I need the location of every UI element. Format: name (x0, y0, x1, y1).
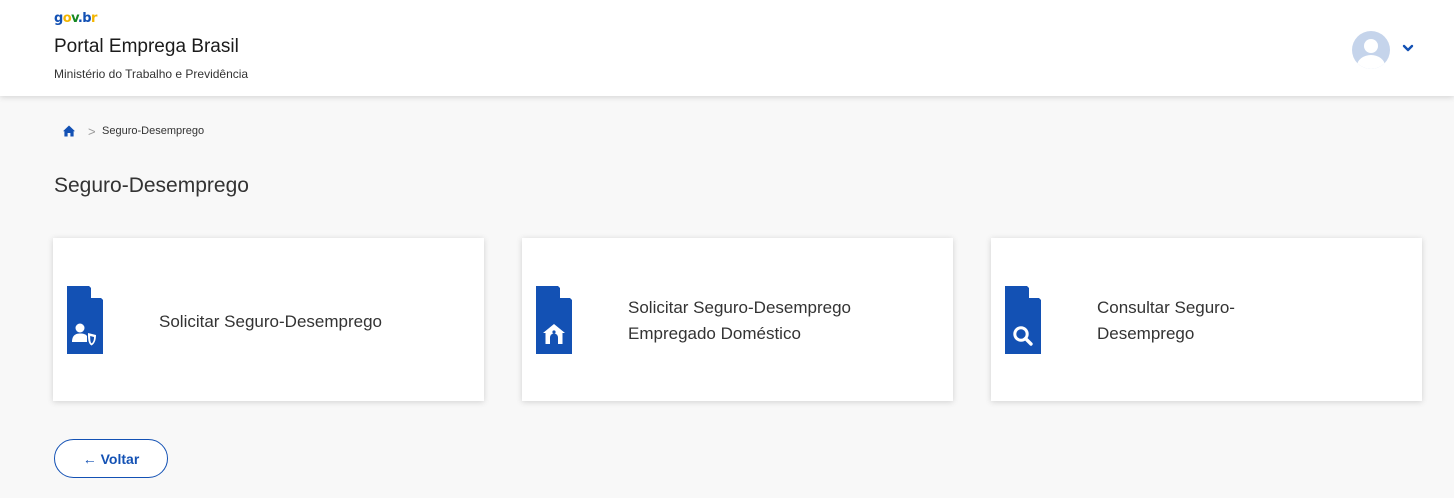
back-button[interactable]: ← Voltar (54, 439, 168, 478)
document-house-icon (536, 286, 572, 354)
govbr-logo[interactable]: gov.br (54, 12, 97, 26)
ministry-subtitle: Ministério do Trabalho e Previdência (54, 67, 249, 81)
card-solicitar-empregado-domestico[interactable]: Solicitar Seguro-Desemprego Empregado Do… (522, 238, 953, 401)
document-search-icon (1005, 286, 1041, 354)
breadcrumb-current: Seguro-Desemprego (102, 125, 205, 137)
card-label: Solicitar Seguro-Desemprego Empregado Do… (628, 298, 851, 343)
document-user-shield-icon (67, 286, 103, 354)
card-solicitar-seguro-desemprego[interactable]: Solicitar Seguro-Desemprego (53, 238, 484, 401)
avatar-head (1364, 39, 1378, 53)
card-consultar-seguro-desemprego[interactable]: Consultar Seguro-Desemprego (991, 238, 1422, 401)
home-icon[interactable] (62, 124, 76, 138)
breadcrumb-separator: > (88, 124, 96, 139)
card-label: Solicitar Seguro-Desemprego (159, 312, 382, 331)
portal-title: Portal Emprega Brasil (54, 36, 239, 57)
user-avatar[interactable] (1352, 31, 1390, 69)
page-title: Seguro-Desemprego (54, 174, 249, 197)
avatar-body (1357, 55, 1385, 69)
card-label: Consultar Seguro-Desemprego (1097, 298, 1235, 343)
chevron-down-icon[interactable] (1401, 40, 1415, 56)
top-header: gov.br Portal Emprega Brasil Ministério … (0, 0, 1454, 96)
